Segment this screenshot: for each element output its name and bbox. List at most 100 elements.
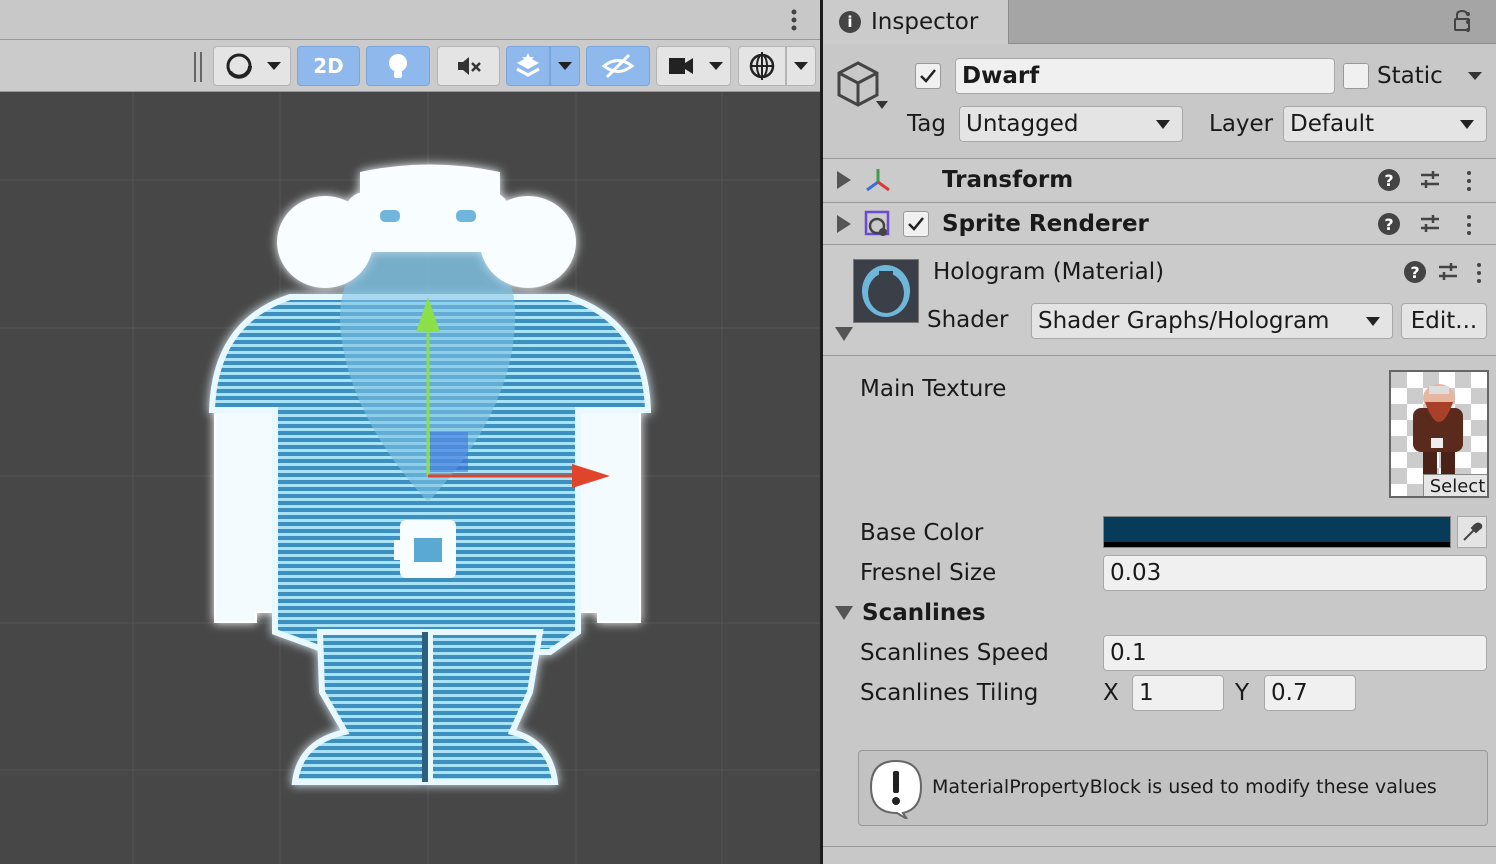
chevron-down-icon (1460, 120, 1474, 129)
tiling-x-value: 1 (1139, 680, 1154, 706)
scene-effects-dropdown[interactable] (550, 46, 580, 86)
fresnel-size-label: Fresnel Size (860, 560, 997, 586)
main-texture-label: Main Texture (860, 376, 1007, 402)
checkmark-icon (908, 217, 924, 231)
shader-dropdown[interactable]: Shader Graphs/Hologram (1031, 303, 1393, 339)
component-menu-icon[interactable] (1467, 215, 1471, 235)
shader-value: Shader Graphs/Hologram (1038, 308, 1330, 334)
material-menu-icon[interactable] (1477, 263, 1481, 283)
warning-speech-bubble-icon (867, 757, 925, 819)
help-icon[interactable]: ? (1378, 169, 1400, 191)
eyedropper-icon[interactable] (1457, 516, 1487, 548)
presets-sliders-icon[interactable] (1419, 213, 1441, 235)
texture-select-button[interactable]: Select (1423, 474, 1487, 497)
transform-label: Transform (942, 167, 1074, 193)
checkmark-icon (920, 69, 936, 83)
presets-sliders-icon[interactable] (1437, 261, 1459, 283)
scanlines-foldout-icon[interactable] (835, 606, 853, 620)
foldout-arrow-icon[interactable] (837, 215, 851, 233)
component-sprite-renderer-header[interactable]: Sprite Renderer ? (823, 202, 1496, 244)
light-bulb-icon (389, 54, 407, 78)
chevron-down-icon (1156, 120, 1170, 129)
inspector-menu-icon[interactable] (1466, 12, 1470, 32)
chevron-down-icon (794, 62, 808, 70)
help-icon[interactable]: ? (1378, 213, 1400, 235)
mode-2d-toggle[interactable]: 2D (297, 46, 360, 86)
tiling-y-label: Y (1235, 680, 1250, 706)
scene-viewport[interactable] (0, 92, 820, 864)
tag-value: Untagged (966, 111, 1079, 137)
fresnel-size-value: 0.03 (1110, 560, 1162, 586)
scene-view[interactable]: 2D (0, 0, 820, 864)
help-box: MaterialPropertyBlock is used to modify … (858, 750, 1488, 826)
presets-sliders-icon[interactable] (1419, 169, 1441, 191)
shader-label: Shader (927, 307, 1009, 333)
gameobject-name-value: Dwarf (962, 63, 1040, 89)
scanlines-speed-label: Scanlines Speed (860, 640, 1049, 666)
inspector-panel: i Inspector Dwarf Static Tag Untagged La… (823, 0, 1496, 864)
sprite-renderer-label: Sprite Renderer (942, 211, 1149, 237)
tiling-x-label: X (1103, 680, 1119, 706)
scene-effects-toggle[interactable] (506, 46, 550, 86)
foldout-arrow-icon[interactable] (837, 171, 851, 189)
gizmo-plane-handle[interactable] (430, 432, 468, 472)
layer-value: Default (1290, 111, 1375, 137)
audio-muted-icon (457, 57, 481, 75)
main-texture-slot[interactable]: Select (1389, 370, 1489, 498)
scene-canvas[interactable] (0, 92, 820, 864)
hidden-eye-icon (601, 53, 635, 79)
help-box-message: MaterialPropertyBlock is used to modify … (932, 776, 1437, 798)
chevron-down-icon (558, 62, 572, 70)
texture-select-label: Select (1429, 476, 1486, 497)
sprite-renderer-icon (863, 208, 893, 240)
scene-camera-dropdown[interactable] (656, 46, 731, 86)
camera-icon (668, 58, 723, 74)
tab-inspector[interactable]: i Inspector (823, 0, 1009, 44)
material-preview-thumbnail[interactable] (853, 259, 919, 323)
toolbar-grip-icon (194, 52, 196, 82)
inspector-tab-label: Inspector (871, 9, 979, 35)
tag-dropdown[interactable]: Untagged (959, 106, 1183, 142)
static-dropdown-chevron-down-icon[interactable] (1467, 70, 1483, 82)
shader-edit-button[interactable]: Edit... (1401, 303, 1487, 339)
effects-layers-icon (516, 53, 540, 77)
inspector-tab-bar: i Inspector (823, 0, 1496, 44)
fresnel-size-field[interactable]: 0.03 (1103, 555, 1487, 591)
shader-edit-label: Edit... (1410, 308, 1478, 334)
component-transform-header[interactable]: Transform ? (823, 158, 1496, 200)
scene-more-menu-icon[interactable] (790, 8, 798, 32)
base-color-swatch[interactable] (1103, 516, 1451, 548)
material-header: Hologram (Material) ? Shader Shader Grap… (823, 244, 1496, 356)
scene-tab-bar (0, 0, 820, 40)
toolbar-grip-icon (200, 52, 202, 82)
gameobject-name-field[interactable]: Dwarf (955, 58, 1335, 94)
help-icon[interactable]: ? (1404, 261, 1426, 283)
sprite-renderer-enabled-checkbox[interactable] (903, 211, 929, 237)
gameobject-active-checkbox[interactable] (915, 63, 941, 89)
gizmo-globe-icon (749, 52, 775, 80)
mode-2d-label: 2D (313, 54, 344, 78)
icon-dropdown-arrow-icon[interactable] (875, 100, 889, 110)
material-title: Hologram (Material) (933, 259, 1165, 285)
gizmos-toggle[interactable] (738, 46, 786, 86)
material-foldout-icon[interactable] (835, 327, 853, 341)
static-label: Static (1377, 63, 1443, 89)
section-divider (823, 846, 1496, 847)
layer-label: Layer (1209, 111, 1274, 137)
scanlines-speed-field[interactable]: 0.1 (1103, 635, 1487, 671)
static-checkbox[interactable] (1343, 63, 1369, 89)
tiling-y-value: 0.7 (1271, 680, 1308, 706)
shading-mode-dropdown[interactable] (213, 46, 291, 86)
scene-toolbar: 2D (0, 40, 820, 92)
gizmos-dropdown[interactable] (786, 46, 816, 86)
chevron-down-icon (1366, 317, 1380, 326)
scene-lighting-toggle[interactable] (366, 46, 430, 86)
scene-audio-toggle[interactable] (437, 46, 500, 86)
info-icon: i (839, 11, 861, 33)
tiling-y-field[interactable]: 0.7 (1264, 675, 1356, 711)
scene-visibility-toggle[interactable] (586, 46, 650, 86)
scanlines-header[interactable]: Scanlines (862, 600, 986, 626)
layer-dropdown[interactable]: Default (1283, 106, 1487, 142)
component-menu-icon[interactable] (1467, 171, 1471, 191)
tiling-x-field[interactable]: 1 (1132, 675, 1224, 711)
